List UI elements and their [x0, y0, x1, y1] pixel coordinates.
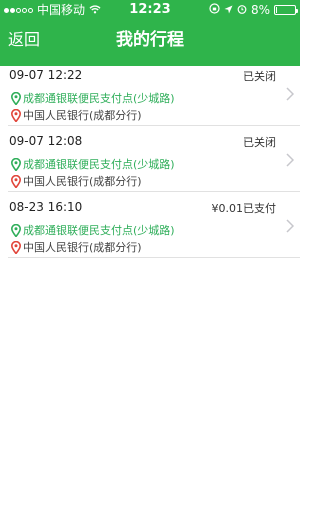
chevron-right-icon	[286, 218, 295, 237]
trip-status: ¥0.01已支付	[211, 202, 277, 215]
destination-pin-icon	[11, 174, 21, 188]
trip-origin: 成都通银联便民支付点(少城路)	[11, 156, 175, 172]
origin-pin-icon	[11, 157, 21, 171]
trip-origin-label: 成都通银联便民支付点(少城路)	[23, 158, 175, 171]
status-bar: 中国移动 12:23 8%	[0, 0, 300, 20]
alarm-icon	[237, 0, 247, 20]
trip-destination-label: 中国人民银行(成都分行)	[23, 241, 142, 254]
trip-destination-label: 中国人民银行(成都分行)	[23, 175, 142, 188]
trip-list-item[interactable]: 09-07 12:22 已关闭 成都通银联便民支付点(少城路) 中国人民银行(成…	[8, 60, 300, 126]
trip-status: 已关闭	[243, 136, 276, 149]
trip-list: 09-07 12:22 已关闭 成都通银联便民支付点(少城路) 中国人民银行(成…	[0, 60, 300, 258]
trip-destination-label: 中国人民银行(成都分行)	[23, 109, 142, 122]
battery-icon	[274, 5, 298, 15]
trip-time: 08-23 16:10	[9, 200, 83, 214]
trip-destination: 中国人民银行(成都分行)	[11, 107, 142, 123]
trip-origin: 成都通银联便民支付点(少城路)	[11, 222, 175, 238]
page-title: 我的行程	[116, 30, 184, 50]
trip-destination: 中国人民银行(成都分行)	[11, 173, 142, 189]
trip-list-item[interactable]: 09-07 12:08 已关闭 成都通银联便民支付点(少城路) 中国人民银行(成…	[8, 126, 300, 192]
trip-destination: 中国人民银行(成都分行)	[11, 239, 142, 255]
location-icon	[224, 0, 233, 20]
destination-pin-icon	[11, 108, 21, 122]
trip-origin-label: 成都通银联便民支付点(少城路)	[23, 92, 175, 105]
trip-time: 09-07 12:22	[9, 68, 83, 82]
battery-percent: 8%	[250, 3, 270, 17]
origin-pin-icon	[11, 223, 21, 237]
chevron-right-icon	[286, 152, 295, 171]
rotation-lock-icon	[209, 0, 220, 20]
header: 中国移动 12:23 8% 返回 我的行程	[0, 0, 300, 66]
chevron-right-icon	[286, 86, 295, 105]
battery-level-fill	[276, 7, 277, 13]
trip-origin: 成都通银联便民支付点(少城路)	[11, 90, 175, 106]
origin-pin-icon	[11, 91, 21, 105]
status-right: 8%	[209, 0, 298, 20]
destination-pin-icon	[11, 240, 21, 254]
trip-time: 09-07 12:08	[9, 134, 83, 148]
trip-status: 已关闭	[243, 70, 276, 83]
trip-origin-label: 成都通银联便民支付点(少城路)	[23, 224, 175, 237]
trip-list-item[interactable]: 08-23 16:10 ¥0.01已支付 成都通银联便民支付点(少城路) 中国人…	[8, 192, 300, 258]
